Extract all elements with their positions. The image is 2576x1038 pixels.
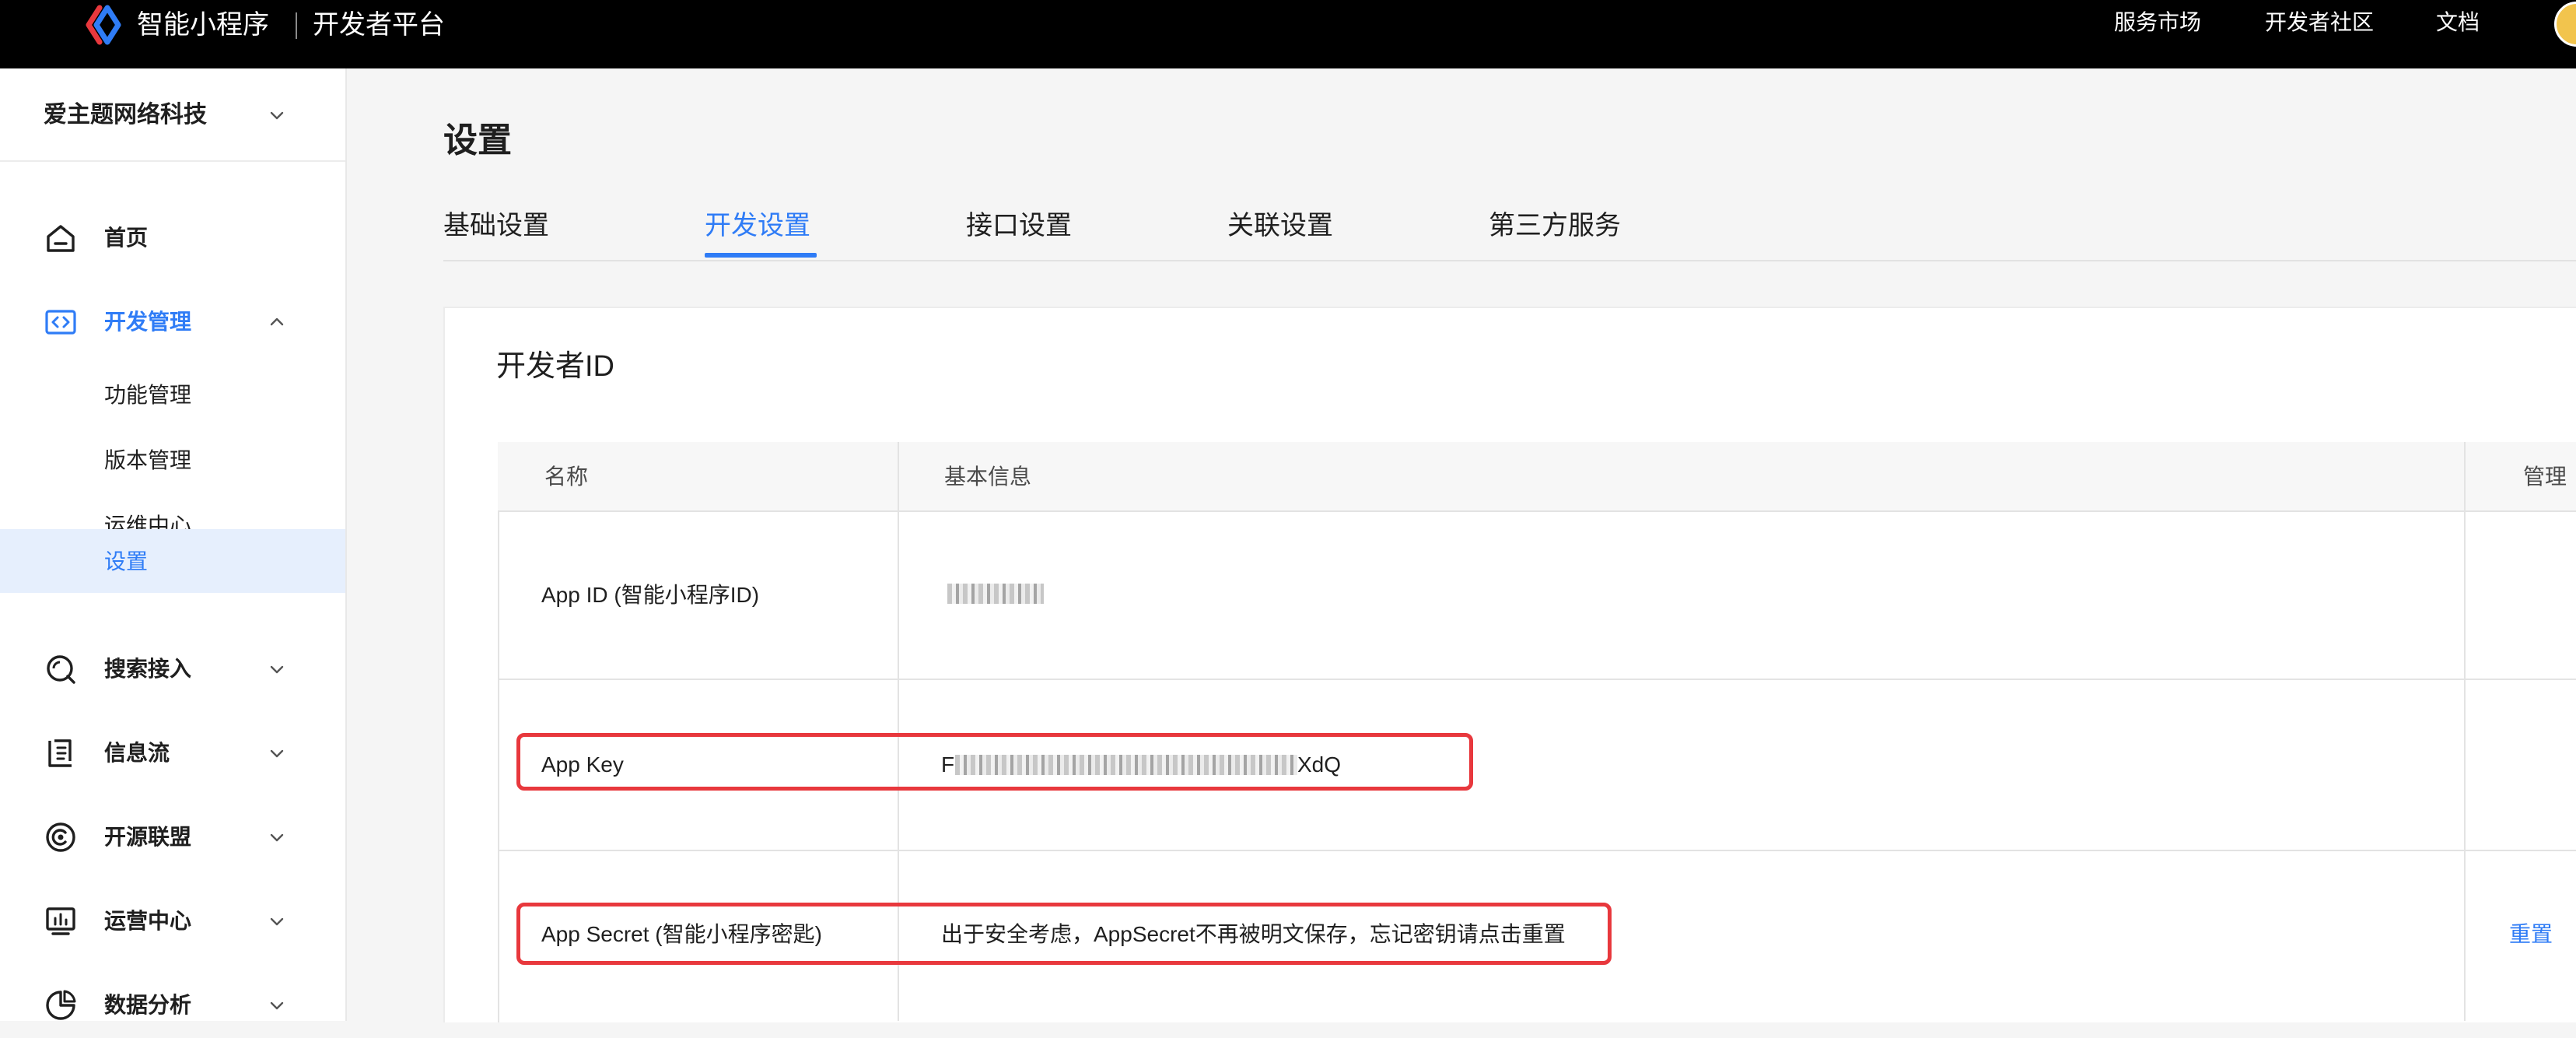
chevron-down-icon [270, 665, 284, 674]
row-divider [498, 850, 2576, 851]
sidebar-subitem-label: 设置 [104, 549, 149, 573]
pie-chart-icon [46, 990, 76, 1020]
tab-link-settings[interactable]: 关联设置 [1227, 209, 1333, 243]
reset-secret-link[interactable]: 重置 [2509, 920, 2553, 949]
highlight-box-app-secret [516, 903, 1612, 965]
tab-basic-settings[interactable]: 基础设置 [443, 209, 549, 243]
sidebar-item-open-source-alliance[interactable]: 开源联盟 [0, 805, 345, 870]
active-tab-indicator [705, 253, 817, 258]
chevron-down-icon [270, 1001, 284, 1010]
column-header-name: 名称 [544, 465, 589, 489]
chevron-down-icon [270, 833, 284, 842]
sidebar-item-label: 首页 [104, 226, 149, 250]
tab-api-settings[interactable]: 接口设置 [966, 209, 1072, 243]
sidebar-item-search-access[interactable]: 搜索接入 [0, 636, 345, 702]
logo-text[interactable]: 智能小程序 [137, 8, 269, 42]
sidebar-subitem-settings[interactable]: 设置 [0, 529, 345, 593]
alliance-icon [46, 822, 75, 852]
sidebar-item-label: 运营中心 [104, 909, 192, 933]
monitor-icon [46, 907, 75, 935]
page-title: 设置 [443, 121, 512, 160]
sidebar-subitem-label: 版本管理 [104, 448, 192, 472]
sidebar-item-label: 开发管理 [104, 310, 192, 334]
topnav-docs[interactable]: 文档 [2436, 8, 2480, 37]
table-header: 名称 基本信息 管理 [498, 442, 2576, 512]
topnav-developer-community[interactable]: 开发者社区 [2265, 8, 2374, 37]
feed-icon [48, 739, 72, 767]
sidebar-item-label: 数据分析 [104, 993, 192, 1017]
chevron-down-icon [270, 111, 284, 120]
section-title: 开发者ID [496, 350, 615, 383]
avatar[interactable] [2554, 2, 2576, 47]
column-header-info: 基本信息 [944, 465, 1032, 489]
sidebar-item-label: 搜索接入 [104, 657, 192, 681]
sidebar-subitem-feature-management[interactable]: 功能管理 [0, 364, 345, 426]
sidebar-item-label: 信息流 [104, 741, 170, 765]
topnav-service-market[interactable]: 服务市场 [2114, 8, 2201, 37]
logo-icon [86, 5, 121, 45]
chevron-down-icon [270, 917, 284, 926]
highlight-box-app-key [516, 733, 1473, 791]
search-icon [47, 655, 75, 684]
sidebar-item-label: 开源联盟 [104, 825, 192, 849]
org-switcher[interactable]: 爱主题网络科技 [0, 68, 345, 162]
row-divider [498, 679, 2576, 680]
home-icon [47, 225, 75, 252]
sidebar-subitem-label: 功能管理 [104, 383, 192, 407]
column-header-manage: 管理 [2523, 465, 2567, 489]
sidebar-item-dev-management[interactable]: 开发管理 [0, 289, 345, 355]
sidebar-subitem-version-management[interactable]: 版本管理 [0, 430, 345, 492]
chevron-up-icon [270, 317, 284, 326]
column-divider [2464, 442, 2466, 1021]
logo-divider [296, 12, 297, 39]
sidebar: 爱主题网络科技 首页 开发管理 功能管理 版本管理 运维中心 设置 搜索接入 信… [0, 68, 347, 1021]
sidebar-item-data-analysis[interactable]: 数据分析 [0, 973, 345, 1038]
org-name: 爱主题网络科技 [44, 102, 207, 128]
chevron-down-icon [270, 749, 284, 758]
row-name: App ID (智能小程序ID) [541, 583, 760, 607]
sidebar-item-operations-center[interactable]: 运营中心 [0, 889, 345, 954]
sidebar-item-feed[interactable]: 信息流 [0, 721, 345, 786]
code-icon [45, 310, 76, 335]
tab-third-party-services[interactable]: 第三方服务 [1489, 209, 1621, 243]
top-bar: 智能小程序 开发者平台 服务市场 开发者社区 文档 [0, 0, 2576, 68]
tab-dev-settings[interactable]: 开发设置 [705, 209, 810, 243]
sidebar-item-home[interactable]: 首页 [0, 205, 345, 271]
logo-subtitle[interactable]: 开发者平台 [313, 8, 445, 42]
redacted-app-id [947, 584, 1044, 604]
